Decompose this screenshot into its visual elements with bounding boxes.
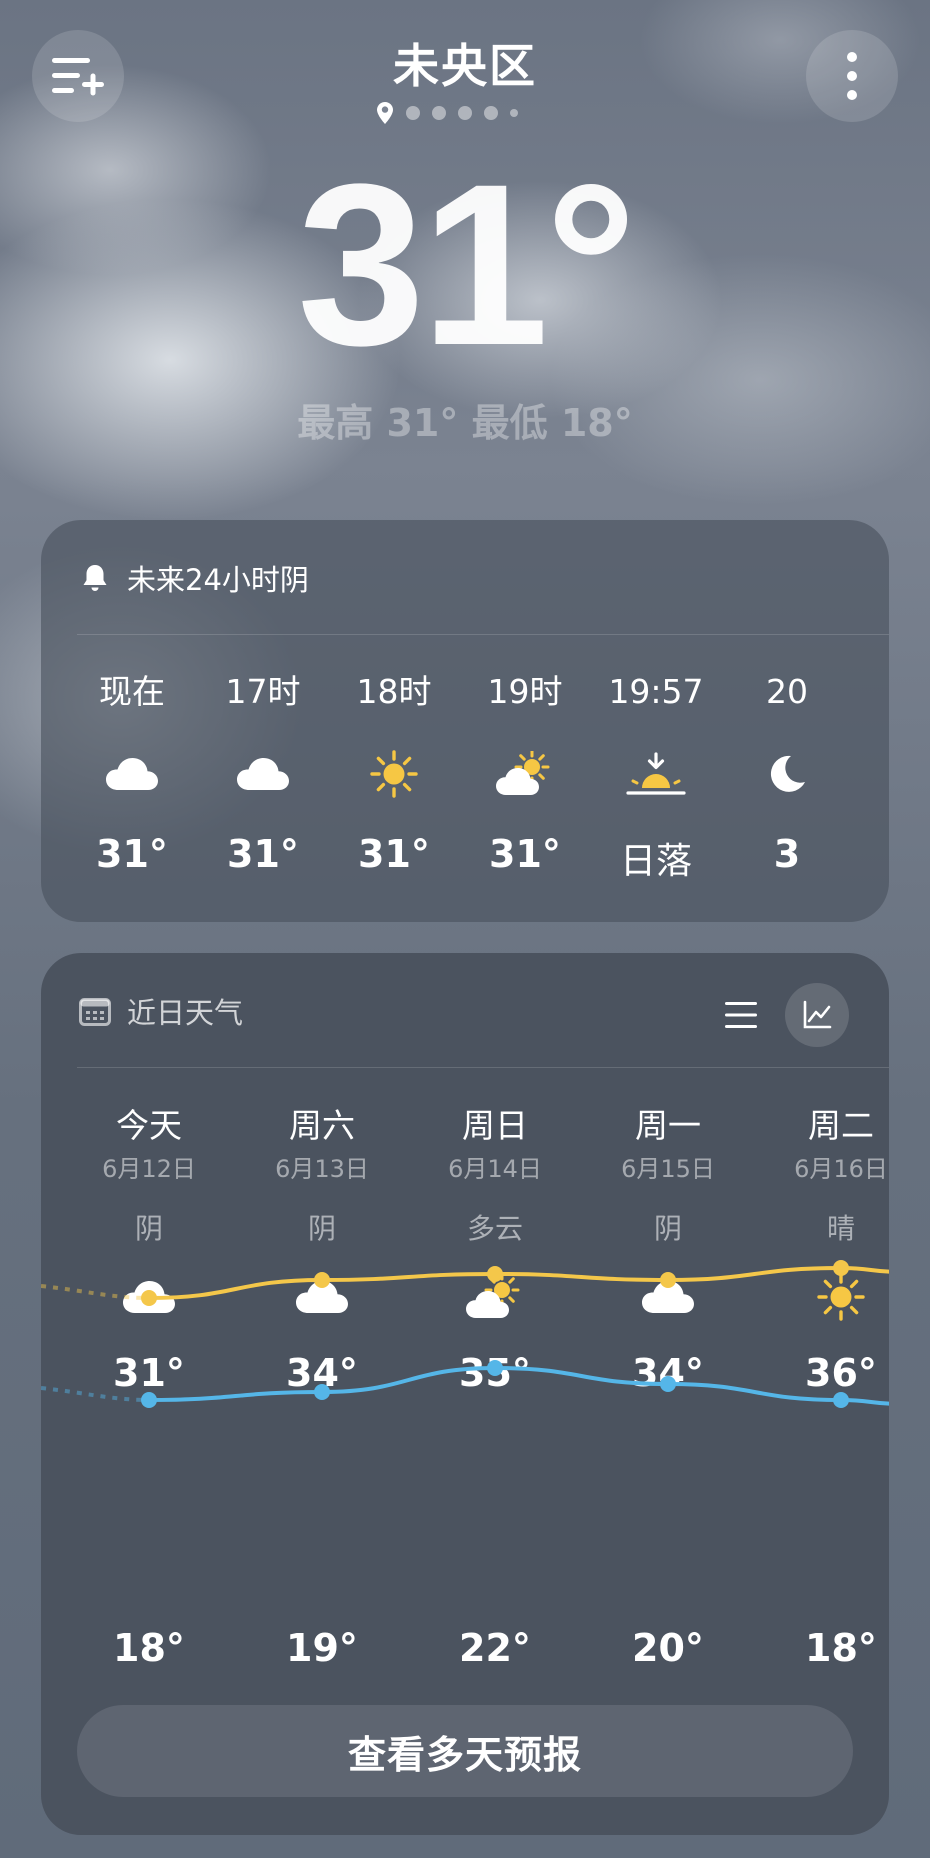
day-low: 20°: [632, 1626, 704, 1670]
day-high: 34°: [286, 1351, 358, 1395]
day-date: 6月12日: [102, 1155, 196, 1183]
day-name: 周六: [289, 1106, 355, 1145]
day-condition: 晴: [826, 1212, 855, 1245]
current-temperature: 31°: [297, 136, 637, 393]
hour-label: 现在: [99, 672, 165, 711]
day-column: 今天 6月12日阴 31°: [74, 1103, 224, 1395]
hour-label: 19:57: [608, 672, 704, 711]
day-date: 6月15日: [621, 1155, 715, 1183]
sun-icon: [324, 744, 464, 804]
day-name: 周一: [635, 1106, 701, 1145]
hour-label: 20: [766, 672, 808, 711]
hour-value: 日落: [619, 841, 692, 882]
hour-value: 31°: [227, 832, 299, 876]
hour-label: 18时: [356, 672, 432, 711]
cloud-icon: [247, 1269, 397, 1325]
location-pin-icon: [377, 102, 393, 124]
city-name: 未央区: [393, 39, 537, 93]
day-column: 周六 6月13日阴 34°: [247, 1103, 397, 1395]
partly-cloudy-icon: [420, 1269, 570, 1325]
moon-icon: [717, 744, 857, 804]
hour-value: 3: [773, 832, 801, 876]
cloud-icon: [74, 1269, 224, 1325]
hourly-list[interactable]: 现在 31° 17时 31° 18时 31° 19时 31° 19:57 日落 20 3: [41, 670, 889, 900]
hour-value: 31°: [358, 832, 430, 876]
page-dot: [484, 106, 498, 120]
page-dot: [510, 109, 518, 117]
day-condition: 阴: [307, 1212, 336, 1245]
day-column: 周日 6月14日多云 35°: [420, 1103, 570, 1395]
day-condition: 阴: [653, 1212, 682, 1245]
day-column: 周一 6月15日阴 34°: [593, 1103, 743, 1395]
hourly-item: 18时 31°: [324, 670, 464, 876]
hourly-item: 现在 31°: [62, 670, 202, 876]
day-name: 今天: [116, 1106, 182, 1145]
day-name: 周二: [808, 1106, 874, 1145]
hourly-header: 未来24小时阴: [79, 556, 309, 600]
hourly-item: 17时 31°: [193, 670, 333, 876]
hour-label: 19时: [487, 672, 563, 711]
day-low: 18°: [805, 1626, 877, 1670]
daily-forecast-card: 近日天气 今天 6月12日阴 31° 18° 周六 6月13日阴 34° 19° 周日 6月14日…: [41, 953, 889, 1835]
hourly-summary: 未来24小时阴: [127, 563, 309, 597]
page-dot: [406, 106, 420, 120]
hour-value: 31°: [489, 832, 561, 876]
day-condition: 多云: [466, 1212, 523, 1245]
day-low: 22°: [459, 1626, 531, 1670]
bell-icon: [83, 565, 107, 591]
page-dot: [432, 106, 446, 120]
hourly-forecast-card[interactable]: 未来24小时阴 现在 31° 17时 31° 18时 31° 19时 31° 19:57 日落 20…: [41, 520, 889, 922]
day-low: 19°: [286, 1626, 358, 1670]
hourly-item: 19:57 日落: [586, 670, 726, 884]
forecast-button-label: 查看多天预报: [347, 1732, 582, 1777]
day-high: 34°: [632, 1351, 704, 1395]
high-low-summary: 最高 31° 最低 18°: [297, 401, 633, 445]
sunset-icon: [586, 744, 726, 804]
day-date: 6月13日: [275, 1155, 369, 1183]
cloud-icon: [593, 1269, 743, 1325]
daily-list[interactable]: 今天 6月12日阴 31° 18° 周六 6月13日阴 34° 19° 周日 6月14日多云 35°…: [41, 953, 889, 1835]
sun-icon: [766, 1269, 889, 1325]
day-high: 35°: [459, 1351, 531, 1395]
cloud-icon: [62, 744, 202, 804]
more-vertical-icon: [847, 52, 857, 100]
day-high: 36°: [805, 1351, 877, 1395]
page-indicator: [376, 102, 556, 124]
day-column: 周二 6月16日晴 36°: [766, 1103, 889, 1395]
hour-value: 31°: [96, 832, 168, 876]
day-date: 6月14日: [448, 1155, 542, 1183]
divider: [77, 634, 889, 635]
page-dot: [458, 106, 472, 120]
day-condition: 阴: [134, 1212, 163, 1245]
day-low: 18°: [113, 1626, 185, 1670]
day-date: 6月16日: [794, 1155, 888, 1183]
cloud-icon: [193, 744, 333, 804]
day-high: 31°: [113, 1351, 185, 1395]
more-options-button[interactable]: [806, 30, 898, 122]
hourly-item: 20 3: [717, 670, 857, 876]
hourly-item: 19时 31°: [455, 670, 595, 876]
partly-cloudy-icon: [455, 744, 595, 804]
hour-label: 17时: [225, 672, 301, 711]
multi-day-forecast-button[interactable]: 查看多天预报: [77, 1705, 853, 1797]
day-name: 周日: [462, 1106, 528, 1145]
